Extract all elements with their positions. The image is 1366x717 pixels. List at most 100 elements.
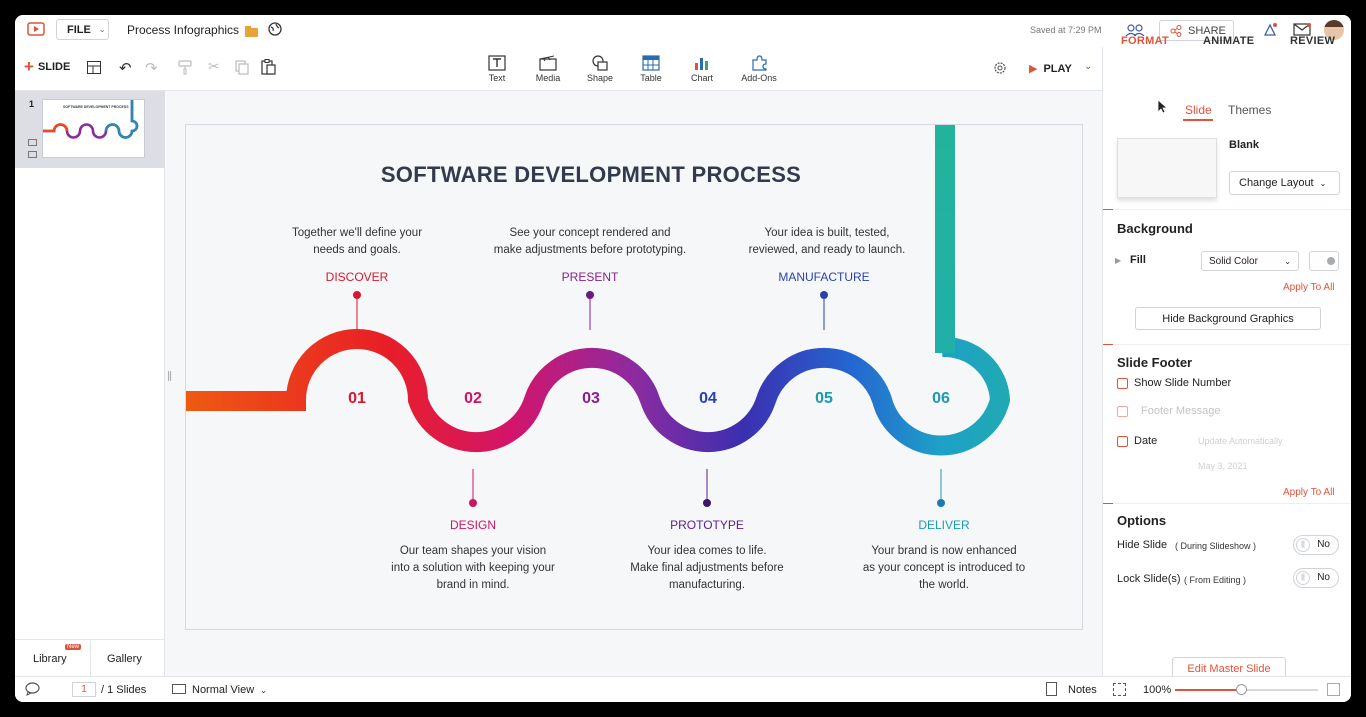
fill-type-dropdown[interactable]: Solid Color ⌄ xyxy=(1201,251,1299,271)
play-options-chevron-icon[interactable]: ⌄ xyxy=(1084,61,1092,72)
lock-slide-label: Lock Slide(s) xyxy=(1117,573,1181,585)
slide-canvas[interactable]: SOFTWARE DEVELOPMENT PROCESS 01 02 03 04… xyxy=(185,124,1083,630)
chevron-down-icon: ⌄ xyxy=(98,25,106,34)
desc-line: make adjustments before prototyping. xyxy=(493,244,687,256)
date-checkbox[interactable] xyxy=(1117,436,1128,447)
format-painter-icon[interactable] xyxy=(178,60,192,80)
tab-animate[interactable]: ANIMATE xyxy=(1203,35,1254,47)
undo-icon[interactable]: ↶ xyxy=(119,59,132,77)
shape-tool-label: Shape xyxy=(586,73,614,83)
divider xyxy=(1103,344,1351,345)
status-bar: 1 / 1 Slides Normal View ⌄ Notes 100% xyxy=(15,676,1351,702)
footer-apply-all-link[interactable]: Apply To All xyxy=(1283,487,1335,498)
step-description[interactable]: Your idea comes to life. Make final adju… xyxy=(607,543,807,594)
desc-line: reviewed, and ready to launch. xyxy=(748,244,906,256)
step-name[interactable]: MANUFACTURE xyxy=(744,270,904,284)
step-number: 03 xyxy=(582,390,600,407)
date-mode-dropdown[interactable]: Update Automatically xyxy=(1198,436,1283,446)
layout-icon[interactable] xyxy=(87,61,101,79)
step-name[interactable]: DESIGN xyxy=(393,518,553,532)
plus-icon: + xyxy=(24,57,34,76)
slide-notes-icon[interactable] xyxy=(28,139,37,146)
slide-title[interactable]: SOFTWARE DEVELOPMENT PROCESS xyxy=(186,162,996,188)
page-number-input[interactable]: 1 xyxy=(72,682,96,697)
fit-slide-icon[interactable] xyxy=(1113,683,1126,696)
folder-icon[interactable] xyxy=(245,24,258,42)
shape-tool[interactable]: Shape xyxy=(575,55,625,83)
paste-icon[interactable] xyxy=(261,59,276,80)
change-layout-dropdown[interactable]: Change Layout ⌄ xyxy=(1229,171,1340,195)
add-slide-label: SLIDE xyxy=(37,61,71,73)
date-value-dropdown[interactable]: May 3, 2021 xyxy=(1198,461,1248,471)
step-name[interactable]: PROTOTYPE xyxy=(627,518,787,532)
zoom-slider-fill xyxy=(1175,689,1241,691)
add-slide-button[interactable]: + SLIDE xyxy=(24,57,71,76)
text-tool-label: Text xyxy=(488,73,506,83)
step-description[interactable]: Together we'll define your needs and goa… xyxy=(257,225,457,259)
copy-icon[interactable] xyxy=(235,60,249,80)
hide-slide-label: Hide Slide xyxy=(1117,539,1168,551)
slide-sorter-panel: 1 SOFTWARE DEVELOPMENT PROCESS Library N… xyxy=(15,91,165,676)
play-button[interactable]: ▶ PLAY xyxy=(1029,62,1072,76)
cut-icon[interactable]: ✂ xyxy=(208,58,220,75)
presentation-app-icon[interactable] xyxy=(27,22,45,43)
announcement-icon[interactable] xyxy=(1262,22,1278,43)
subtab-slide[interactable]: Slide xyxy=(1185,103,1212,117)
library-tab[interactable]: Library xyxy=(33,653,67,665)
settings-icon[interactable] xyxy=(993,61,1007,80)
step-description[interactable]: Your idea is built, tested, reviewed, an… xyxy=(724,225,930,259)
background-section-title: Background xyxy=(1117,221,1193,236)
step-description[interactable]: See your concept rendered and make adjus… xyxy=(475,225,705,259)
new-badge: New xyxy=(65,644,82,650)
media-tool[interactable]: Media xyxy=(523,55,573,83)
zoom-slider-handle[interactable] xyxy=(1236,684,1247,695)
table-tool[interactable]: Table xyxy=(626,55,676,83)
hide-slide-toggle[interactable]: || No xyxy=(1293,535,1339,555)
file-menu[interactable]: FILE ⌄ xyxy=(56,19,109,40)
step-name[interactable]: PRESENT xyxy=(510,270,670,284)
view-mode-dropdown[interactable]: Normal View ⌄ xyxy=(192,684,267,696)
globe-icon[interactable] xyxy=(268,22,282,41)
desc-line: needs and goals. xyxy=(313,244,401,256)
tab-review[interactable]: REVIEW xyxy=(1290,35,1335,47)
divider xyxy=(1103,503,1351,504)
step-description[interactable]: Our team shapes your vision into a solut… xyxy=(368,543,578,594)
text-tool[interactable]: Text xyxy=(472,55,522,83)
gallery-tab[interactable]: Gallery xyxy=(107,653,142,665)
step-number: 02 xyxy=(464,390,482,407)
tab-format[interactable]: FORMAT xyxy=(1121,35,1169,47)
show-slide-number-checkbox[interactable] xyxy=(1117,378,1128,389)
desc-line: Our team shapes your vision xyxy=(399,545,547,557)
hide-background-graphics-button[interactable]: Hide Background Graphics xyxy=(1135,307,1321,330)
chat-icon[interactable] xyxy=(25,682,40,699)
step-description[interactable]: Your brand is now enhanced as your conce… xyxy=(839,543,1049,594)
options-section-title: Options xyxy=(1117,513,1167,528)
chart-tool[interactable]: Chart xyxy=(677,55,727,83)
redo-icon[interactable]: ↷ xyxy=(145,59,158,77)
step-name[interactable]: DELIVER xyxy=(864,518,1024,532)
footer-message-checkbox[interactable] xyxy=(1117,406,1128,417)
slide-transition-icon[interactable] xyxy=(28,151,37,158)
subtab-themes[interactable]: Themes xyxy=(1228,103,1271,117)
panel-resize-handle[interactable] xyxy=(168,371,171,381)
document-title[interactable]: Process Infographics xyxy=(127,23,239,37)
notes-button[interactable]: Notes xyxy=(1068,684,1097,696)
background-apply-all-link[interactable]: Apply To All xyxy=(1283,282,1335,293)
desc-line: the world. xyxy=(919,579,969,591)
text-icon xyxy=(488,55,506,71)
expand-fill-icon[interactable]: ▶ xyxy=(1115,256,1121,265)
fullscreen-icon[interactable] xyxy=(1327,683,1340,696)
mouse-cursor-icon xyxy=(1157,99,1169,119)
slide-1-thumbnail[interactable]: SOFTWARE DEVELOPMENT PROCESS xyxy=(42,99,145,158)
addons-tool[interactable]: Add-Ons xyxy=(734,55,784,83)
desc-line: Together we'll define your xyxy=(291,227,423,239)
desc-line: Your brand is now enhanced xyxy=(871,545,1017,557)
view-mode-label: Normal View xyxy=(192,684,255,696)
fill-color-picker[interactable] xyxy=(1309,251,1339,271)
fill-type-value: Solid Color xyxy=(1209,255,1258,267)
layout-thumbnail[interactable] xyxy=(1117,138,1217,198)
step-number: 01 xyxy=(348,390,366,407)
step-name[interactable]: DISCOVER xyxy=(277,270,437,284)
lock-slide-toggle[interactable]: || No xyxy=(1293,568,1339,588)
desc-line: See your concept rendered and xyxy=(509,227,671,239)
